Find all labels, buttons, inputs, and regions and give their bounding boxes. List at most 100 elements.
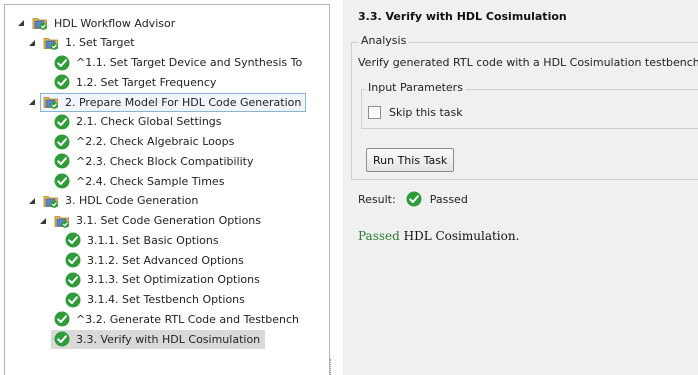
tree-item[interactable]: ^2.4. Check Sample Times xyxy=(5,171,329,191)
advisor-folder-icon xyxy=(31,14,49,32)
tree-item[interactable]: 3.1.4. Set Testbench Options xyxy=(5,290,329,310)
tree-item[interactable]: ^2.2. Check Algebraic Loops xyxy=(5,132,329,152)
tree-item-label: 3.3. Verify with HDL Cosimulation xyxy=(76,332,261,346)
tree-item[interactable]: 2. Prepare Model For HDL Code Generation xyxy=(5,92,329,112)
tree-item-content[interactable]: 3. HDL Code Generation xyxy=(40,191,203,210)
tree-item[interactable]: 1.2. Set Target Frequency xyxy=(5,72,329,92)
tree-item-content[interactable]: 3.3. Verify with HDL Cosimulation xyxy=(51,329,266,349)
tree-item-content[interactable]: ^1.1. Set Target Device and Synthesis To xyxy=(51,53,307,72)
tree-item-label: ^1.1. Set Target Device and Synthesis To xyxy=(76,56,303,69)
tree-item[interactable]: 3.1.2. Set Advanced Options xyxy=(5,250,329,270)
result-message: Passed HDL Cosimulation. xyxy=(358,229,519,243)
tree-item-content[interactable]: 3.1. Set Code Generation Options xyxy=(51,211,266,230)
tree-item-content[interactable]: ^2.2. Check Algebraic Loops xyxy=(51,132,239,151)
tree-item-content[interactable]: 1. Set Target xyxy=(40,33,140,52)
tree-item-label: ^3.2. Generate RTL Code and Testbench xyxy=(76,312,300,326)
tree-item-content[interactable]: ^2.3. Check Block Compatibility xyxy=(51,152,258,171)
advisor-folder-icon xyxy=(42,93,60,111)
check-pass-icon xyxy=(53,54,71,72)
advisor-folder-icon xyxy=(53,212,71,230)
result-message-text: HDL Cosimulation. xyxy=(399,229,520,243)
tree-item[interactable]: 3.1. Set Code Generation Options xyxy=(5,211,329,231)
tree-item-label: 3.1.1. Set Basic Options xyxy=(87,233,219,247)
check-pass-icon xyxy=(53,133,71,151)
check-pass-icon xyxy=(53,113,71,131)
run-task-button[interactable]: Run This Task xyxy=(366,148,455,172)
tree-item-label: 3.1.4. Set Testbench Options xyxy=(87,293,245,306)
input-parameters-legend: Input Parameters xyxy=(365,81,466,94)
pane-splitter[interactable] xyxy=(330,4,342,375)
check-pass-icon xyxy=(64,291,82,309)
expand-triangle-icon[interactable] xyxy=(38,216,48,226)
tree-item-content[interactable]: 3.1.4. Set Testbench Options xyxy=(62,290,250,309)
tree-item-content[interactable]: 1.2. Set Target Frequency xyxy=(51,73,221,92)
splitter-grip[interactable] xyxy=(330,359,332,375)
check-pass-icon xyxy=(53,172,71,190)
tree-item-content[interactable]: 2. Prepare Model For HDL Code Generation xyxy=(40,92,307,112)
workflow-tree[interactable]: HDL Workflow Advisor 1. Set Target ^1.1. S… xyxy=(4,4,330,375)
expand-triangle-icon[interactable] xyxy=(27,97,37,107)
tree-item[interactable]: 3.1.3. Set Optimization Options xyxy=(5,270,329,290)
tree-item[interactable]: 3.3. Verify with HDL Cosimulation xyxy=(5,329,329,349)
tree-item-label: 3.1.2. Set Advanced Options xyxy=(87,253,244,267)
tree-item[interactable]: ^1.1. Set Target Device and Synthesis To xyxy=(5,53,329,73)
tree-item-content[interactable]: ^2.4. Check Sample Times xyxy=(51,172,229,191)
check-pass-icon xyxy=(53,310,71,328)
task-panel: 3.3. Verify with HDL Cosimulation Analys… xyxy=(343,0,698,375)
tree-item-label: ^2.3. Check Block Compatibility xyxy=(76,154,254,168)
tree-item-content[interactable]: ^3.2. Generate RTL Code and Testbench xyxy=(51,310,304,329)
tree-item-label: 2.1. Check Global Settings xyxy=(76,115,222,129)
skip-task-option[interactable]: Skip this task xyxy=(368,106,463,119)
expand-triangle-icon[interactable] xyxy=(16,18,26,28)
tree-item-content[interactable]: 3.1.2. Set Advanced Options xyxy=(62,251,249,270)
tree-item[interactable]: 3.1.1. Set Basic Options xyxy=(5,230,329,250)
advisor-folder-icon xyxy=(42,34,60,52)
check-pass-icon xyxy=(53,330,71,348)
tree-item-label: ^2.2. Check Algebraic Loops xyxy=(76,135,235,148)
result-status: Passed xyxy=(429,192,468,206)
tree-item[interactable]: 1. Set Target xyxy=(5,33,329,53)
check-pass-icon xyxy=(64,251,82,269)
skip-task-checkbox[interactable] xyxy=(368,106,381,119)
expand-triangle-icon[interactable] xyxy=(27,196,37,206)
skip-task-label[interactable]: Skip this task xyxy=(389,106,463,119)
tree-item[interactable]: HDL Workflow Advisor xyxy=(5,13,329,33)
tree-item-label: ^2.4. Check Sample Times xyxy=(76,174,225,188)
result-message-status: Passed xyxy=(358,229,400,243)
tree-item[interactable]: 3. HDL Code Generation xyxy=(5,191,329,211)
tree-item[interactable]: 2.1. Check Global Settings xyxy=(5,112,329,132)
tree-item-label: 3.1. Set Code Generation Options xyxy=(76,214,262,227)
result-label: Result: xyxy=(358,192,396,206)
tree-item-label: 3. HDL Code Generation xyxy=(65,194,199,208)
check-pass-icon xyxy=(53,73,71,91)
task-description: Verify generated RTL code with a HDL Cos… xyxy=(358,56,698,69)
check-pass-icon xyxy=(53,152,71,170)
task-title: 3.3. Verify with HDL Cosimulation xyxy=(358,10,567,23)
check-pass-icon xyxy=(64,231,82,249)
tree-item-content[interactable]: 3.1.3. Set Optimization Options xyxy=(62,270,265,289)
tree-item-content[interactable]: 3.1.1. Set Basic Options xyxy=(62,231,224,250)
tree-item-content[interactable]: HDL Workflow Advisor xyxy=(29,14,180,33)
expand-triangle-icon[interactable] xyxy=(27,38,37,48)
tree-item[interactable]: ^3.2. Generate RTL Code and Testbench xyxy=(5,309,329,329)
check-pass-icon xyxy=(406,191,422,207)
tree-item-label: 1.2. Set Target Frequency xyxy=(76,75,217,89)
tree-item-label: 2. Prepare Model For HDL Code Generation xyxy=(65,95,302,109)
tree-item-content[interactable]: 2.1. Check Global Settings xyxy=(51,112,227,131)
result-row: Result: Passed xyxy=(358,191,468,207)
tree-item[interactable]: ^2.3. Check Block Compatibility xyxy=(5,151,329,171)
check-pass-icon xyxy=(64,271,82,289)
tree-item-label: 1. Set Target xyxy=(65,36,135,50)
